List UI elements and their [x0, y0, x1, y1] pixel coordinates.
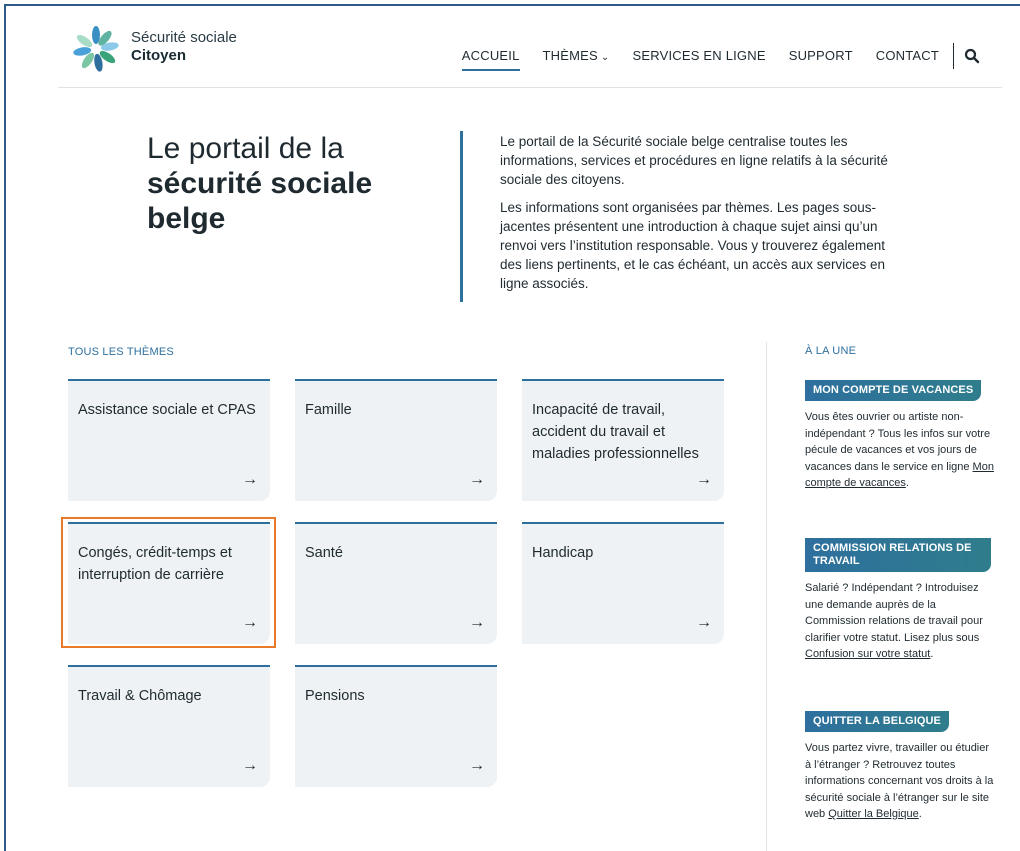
title-line-2: sécurité sociale: [147, 167, 373, 200]
news-after: .: [905, 477, 909, 489]
news-item-vacances: MON COMPTE DE VACANCES Vous êtes ouvrier…: [805, 380, 995, 492]
arrow-right-icon: →: [696, 471, 712, 488]
theme-card-conges[interactable]: Congés, crédit-temps et interruption de …: [68, 522, 270, 644]
news-link[interactable]: Quitter la Belgique: [828, 808, 919, 820]
nav-item-contact[interactable]: CONTACT: [876, 48, 939, 63]
news-body: Vous êtes ouvrier ou artiste non-indépen…: [805, 411, 991, 473]
hero-paragraph-1: Le portail de la Sécurité sociale belge …: [500, 134, 888, 187]
news-body: Salarié ? Indépendant ? Introduisez une …: [805, 582, 983, 644]
title-line-3: belge: [147, 202, 226, 235]
news-after: .: [930, 648, 934, 660]
flower-logo-icon[interactable]: [66, 22, 126, 74]
news-badge[interactable]: COMMISSION RELATIONS DE TRAVAIL: [805, 538, 991, 572]
nav-item-accueil[interactable]: ACCUEIL: [461, 48, 520, 71]
theme-card-title: Famille: [305, 402, 352, 418]
theme-card-title: Congés, crédit-temps et interruption de …: [78, 545, 232, 583]
theme-card-title: Handicap: [532, 545, 594, 561]
site-header: Sécurité sociale Citoyen ACCUEIL THÈMES ⌄…: [58, 14, 1002, 88]
search-icon[interactable]: [964, 48, 980, 64]
theme-card-handicap[interactable]: Handicap →: [522, 522, 724, 644]
brand-line-1: Sécurité sociale: [131, 29, 237, 46]
arrow-right-icon: →: [696, 614, 712, 631]
nav-item-themes[interactable]: THÈMES ⌄: [543, 48, 610, 63]
news-item-quitter-belgique: QUITTER LA BELGIQUE Vous partez vivre, t…: [805, 711, 995, 823]
arrow-right-icon: →: [242, 757, 258, 774]
sidebar-label: À LA UNE: [805, 345, 857, 357]
theme-card-title: Incapacité de travail, accident du trava…: [532, 402, 699, 462]
arrow-right-icon: →: [469, 614, 485, 631]
news-link[interactable]: Confusion sur votre statut: [805, 648, 930, 660]
title-line-1: Le portail de la: [147, 132, 344, 165]
chevron-down-icon: ⌄: [600, 52, 610, 63]
page-title: Le portail de la sécurité sociale belge: [147, 131, 447, 236]
theme-card-incapacite[interactable]: Incapacité de travail, accident du trava…: [522, 379, 724, 501]
theme-card-title: Santé: [305, 545, 343, 561]
nav-item-support[interactable]: SUPPORT: [789, 48, 853, 63]
hero-divider: [460, 131, 463, 302]
news-badge[interactable]: QUITTER LA BELGIQUE: [805, 711, 949, 732]
theme-card-travail-chomage[interactable]: Travail & Chômage →: [68, 665, 270, 787]
theme-card-title: Travail & Chômage: [78, 688, 202, 704]
arrow-right-icon: →: [469, 471, 485, 488]
news-item-commission: COMMISSION RELATIONS DE TRAVAIL Salarié …: [805, 538, 995, 663]
news-after: .: [918, 808, 922, 820]
news-badge[interactable]: MON COMPTE DE VACANCES: [805, 380, 982, 401]
sidebar-a-la-une: À LA UNE MON COMPTE DE VACANCES Vous ête…: [805, 345, 995, 820]
news-text: Vous partez vivre, travailler ou étudier…: [805, 740, 995, 823]
nav-item-themes-label: THÈMES: [542, 48, 598, 63]
sidebar-divider: [766, 342, 767, 851]
arrow-right-icon: →: [242, 471, 258, 488]
nav-item-services-en-ligne[interactable]: SERVICES EN LIGNE: [633, 48, 766, 63]
news-text: Salarié ? Indépendant ? Introduisez une …: [805, 580, 995, 663]
theme-card-pensions[interactable]: Pensions →: [295, 665, 497, 787]
theme-card-assistance-sociale[interactable]: Assistance sociale et CPAS →: [68, 379, 270, 501]
theme-card-title: Pensions: [305, 688, 365, 704]
arrow-right-icon: →: [469, 757, 485, 774]
brand-name[interactable]: Sécurité sociale Citoyen: [131, 29, 237, 65]
themes-section-label: TOUS LES THÈMES: [68, 346, 174, 358]
theme-card-title: Assistance sociale et CPAS: [78, 402, 256, 418]
hero-description: Le portail de la Sécurité sociale belge …: [500, 132, 910, 293]
main-nav: ACCUEIL THÈMES ⌄ SERVICES EN LIGNE SUPPOR…: [439, 40, 980, 71]
theme-card-famille[interactable]: Famille →: [295, 379, 497, 501]
arrow-right-icon: →: [242, 614, 258, 631]
news-text: Vous êtes ouvrier ou artiste non-indépen…: [805, 409, 995, 492]
nav-divider: [953, 42, 954, 69]
brand-line-2: Citoyen: [131, 47, 187, 64]
hero-paragraph-2: Les informations sont organisées par thè…: [500, 200, 885, 291]
theme-card-sante[interactable]: Santé →: [295, 522, 497, 644]
